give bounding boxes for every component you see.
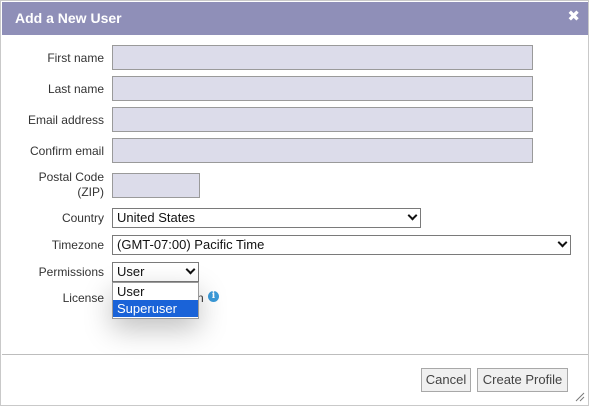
chevron-down-icon: [185, 264, 196, 275]
permissions-option-user[interactable]: User: [113, 283, 198, 300]
first-name-input[interactable]: [112, 45, 533, 70]
timezone-value: (GMT-07:00) Pacific Time: [117, 237, 265, 252]
permissions-label: Permissions: [38, 265, 104, 279]
confirm-email-label: Confirm email: [29, 144, 104, 158]
chevron-down-icon: [407, 210, 418, 221]
postal-code-label-zip: (ZIP): [77, 185, 104, 199]
country-select[interactable]: United States: [112, 208, 421, 228]
timezone-label: Timezone: [51, 238, 104, 252]
email-input[interactable]: [112, 107, 533, 132]
permissions-value: User: [117, 264, 145, 279]
permissions-dropdown-list: User Superuser: [112, 282, 199, 319]
timezone-select[interactable]: (GMT-07:00) Pacific Time: [112, 235, 571, 255]
license-label: License: [62, 291, 104, 305]
footer-divider: [2, 354, 588, 355]
postal-code-input[interactable]: [112, 173, 200, 198]
create-profile-button[interactable]: Create Profile: [477, 368, 568, 392]
confirm-email-input[interactable]: [112, 138, 533, 163]
resize-grip-icon[interactable]: [575, 392, 585, 402]
cancel-button[interactable]: Cancel: [421, 368, 471, 392]
email-label: Email address: [27, 113, 104, 127]
postal-code-label: Postal Code: [38, 170, 104, 184]
permissions-option-superuser[interactable]: Superuser: [113, 300, 198, 317]
country-value: United States: [117, 210, 196, 225]
add-user-dialog: Add a New User ✖ First name Last name Em…: [0, 0, 589, 406]
close-icon[interactable]: ✖: [567, 9, 580, 24]
permissions-select[interactable]: User: [112, 262, 199, 282]
chevron-down-icon: [557, 237, 568, 248]
dialog-title: Add a New User: [15, 10, 122, 26]
last-name-input[interactable]: [112, 76, 533, 101]
country-label: Country: [61, 211, 104, 225]
info-icon[interactable]: i: [208, 291, 219, 302]
first-name-label: First name: [47, 51, 104, 65]
dialog-titlebar[interactable]: Add a New User ✖: [2, 2, 588, 35]
last-name-label: Last name: [47, 82, 104, 96]
